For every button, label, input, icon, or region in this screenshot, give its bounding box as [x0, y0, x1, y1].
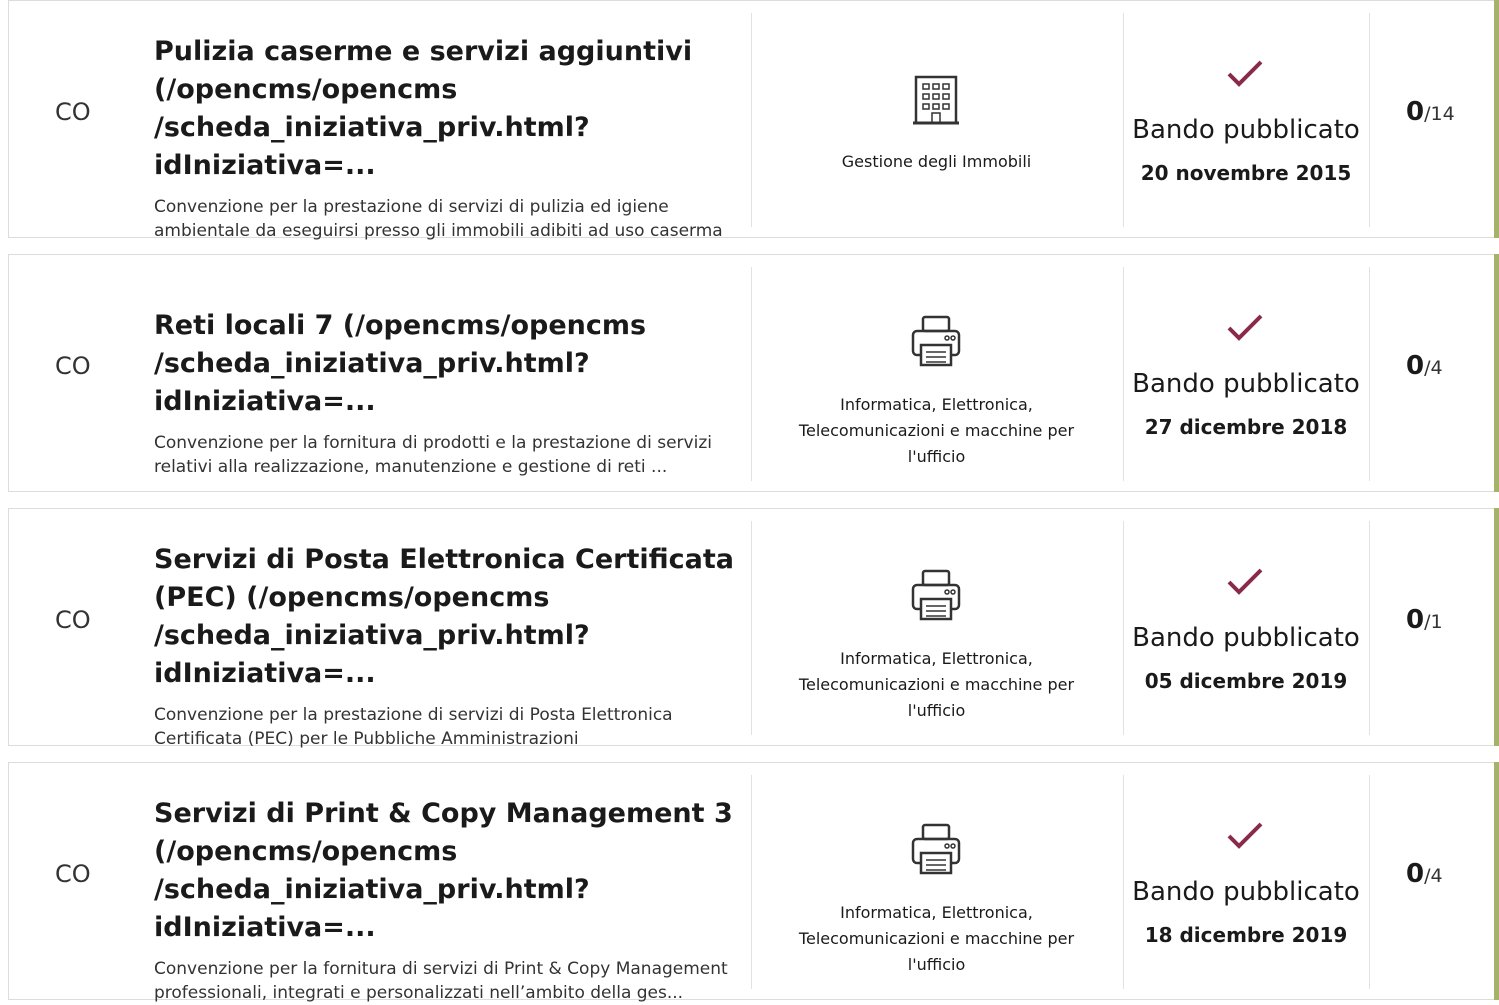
status-label: Bando pubblicato	[1132, 369, 1360, 399]
lot-count: 0/4	[1406, 351, 1443, 381]
status-date: 18 dicembre 2019	[1144, 923, 1348, 947]
status-label: Bando pubblicato	[1132, 623, 1360, 653]
building-icon	[913, 75, 959, 125]
initiative-description: Convenzione per la fornitura di servizi …	[154, 959, 728, 1003]
lot-count: 0/14	[1406, 97, 1455, 127]
initiative-title-link[interactable]: Reti locali 7 (/opencms/opencms /scheda_…	[154, 307, 739, 421]
initiative-card: CO Servizi di Print & Copy Management 3 …	[8, 762, 1499, 1003]
check-icon	[1227, 568, 1263, 595]
status-cell: Bando pubblicato 05 dicembre 2019	[1123, 509, 1369, 747]
initiative-title-link[interactable]: Servizi di Print & Copy Management 3 (/o…	[154, 795, 739, 947]
column-divider	[1369, 521, 1370, 735]
status-date: 05 dicembre 2019	[1144, 669, 1348, 693]
count-value: 0	[1406, 859, 1425, 889]
status-date: 27 dicembre 2018	[1144, 415, 1348, 439]
category-cell: Informatica, Elettronica, Telecomunicazi…	[751, 255, 1122, 493]
initiative-card: CO Servizi di Posta Elettronica Certific…	[8, 508, 1499, 749]
count-total: /4	[1424, 865, 1443, 887]
check-icon	[1227, 60, 1263, 87]
count-total: /14	[1424, 103, 1455, 125]
count-total: /4	[1424, 357, 1443, 379]
status-label: Bando pubblicato	[1132, 115, 1360, 145]
category-label: Informatica, Elettronica, Telecomunicazi…	[798, 903, 1075, 974]
category-label: Informatica, Elettronica, Telecomunicazi…	[798, 395, 1075, 466]
status-cell: Bando pubblicato 27 dicembre 2018	[1123, 255, 1369, 493]
initiative-description: Convenzione per la fornitura di prodotti…	[154, 433, 712, 477]
initiative-title-link[interactable]: Pulizia caserme e servizi aggiuntivi (/o…	[154, 33, 739, 185]
column-divider	[1369, 267, 1370, 481]
type-code: CO	[55, 860, 91, 888]
type-code: CO	[55, 98, 91, 126]
initiative-card: CO Reti locali 7 (/opencms/opencms /sche…	[8, 254, 1499, 493]
count-value: 0	[1406, 605, 1425, 635]
lot-count: 0/4	[1406, 859, 1443, 889]
category-cell: Gestione degli Immobili	[751, 1, 1122, 239]
check-icon	[1227, 822, 1263, 849]
lot-count: 0/1	[1406, 605, 1443, 635]
printer-icon	[911, 569, 961, 621]
category-cell: Informatica, Elettronica, Telecomunicazi…	[751, 763, 1122, 1001]
category-label: Informatica, Elettronica, Telecomunicazi…	[798, 649, 1075, 720]
printer-icon	[911, 315, 961, 367]
category-cell: Informatica, Elettronica, Telecomunicazi…	[751, 509, 1122, 747]
category-label: Gestione degli Immobili	[841, 152, 1032, 171]
type-code: CO	[55, 352, 91, 380]
count-value: 0	[1406, 351, 1425, 381]
count-total: /1	[1424, 611, 1443, 633]
column-divider	[1369, 775, 1370, 989]
column-divider	[1369, 13, 1370, 227]
status-cell: Bando pubblicato 20 novembre 2015	[1123, 1, 1369, 239]
initiative-title-link[interactable]: Servizi di Posta Elettronica Certificata…	[154, 541, 739, 693]
status-cell: Bando pubblicato 18 dicembre 2019	[1123, 763, 1369, 1001]
check-icon	[1227, 314, 1263, 341]
status-label: Bando pubblicato	[1132, 877, 1360, 907]
initiative-description: Convenzione per la prestazione di serviz…	[154, 197, 723, 241]
initiative-description: Convenzione per la prestazione di serviz…	[154, 705, 673, 749]
type-code: CO	[55, 606, 91, 634]
initiative-card: CO Pulizia caserme e servizi aggiuntivi …	[8, 0, 1499, 241]
count-value: 0	[1406, 97, 1425, 127]
status-date: 20 novembre 2015	[1140, 161, 1352, 185]
printer-icon	[911, 823, 961, 875]
